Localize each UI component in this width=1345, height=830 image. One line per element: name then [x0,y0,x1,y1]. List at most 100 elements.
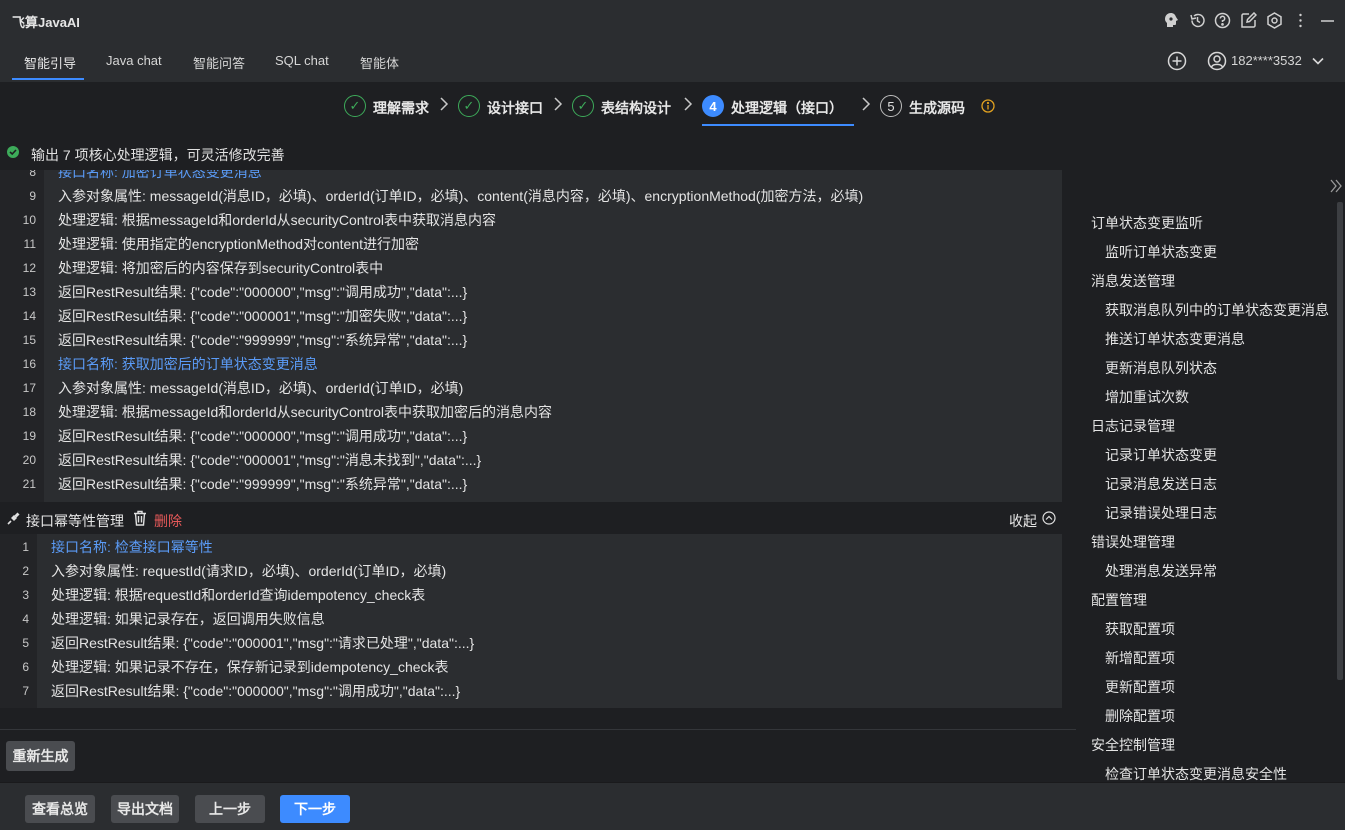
status-message: 输出 7 项核心处理逻辑，可灵活修改完善 [31,147,285,163]
regenerate-button[interactable]: 重新生成 [6,741,75,771]
outline-item[interactable]: 记录订单状态变更 [1105,445,1217,465]
code-text: 处理逻辑: 将加密后的内容保存到securityControl表中 [58,260,384,276]
line-number: 19 [22,429,36,443]
line-number: 8 [29,170,36,179]
code-block-logic-1[interactable]: 8 接口名称: 加密订单状态变更消息 9 入参对象属性: messageId(消息… [0,170,1062,502]
collapse-button[interactable]: 收起 [1009,511,1037,531]
step-3-check-icon: ✓ [572,95,594,117]
chevron-down-icon[interactable] [1311,54,1325,68]
line-number: 18 [22,405,36,419]
tab-smart-qa[interactable]: 智能问答 [193,53,245,72]
outline-item[interactable]: 删除配置项 [1105,706,1175,726]
code-line: 4 处理逻辑: 如果记录存在，返回调用失败信息 [0,607,1062,631]
next-step-button[interactable]: 下一步 [280,795,350,823]
line-number: 16 [22,357,36,371]
code-line: 1 接口名称: 检查接口幂等性 [0,535,1062,559]
tab-java-chat[interactable]: Java chat [106,53,162,68]
code-line: 8 接口名称: 加密订单状态变更消息 [0,170,1062,184]
tab-bar: 智能引导 Java chat 智能问答 SQL chat 智能体 182****… [0,40,1345,83]
outline-item[interactable]: 增加重试次数 [1105,387,1189,407]
code-line: 9 入参对象属性: messageId(消息ID，必填)、orderId(订单ID… [0,184,1062,208]
line-number: 15 [22,333,36,347]
edit-icon[interactable] [1239,11,1257,29]
user-avatar-icon[interactable] [1207,51,1227,71]
tab-agent[interactable]: 智能体 [360,53,399,72]
line-number: 7 [22,684,29,698]
outline-group[interactable]: 错误处理管理 [1091,532,1175,552]
outline-group[interactable]: 消息发送管理 [1091,271,1175,291]
outline-item[interactable]: 记录错误处理日志 [1105,503,1217,523]
code-line: 17 入参对象属性: messageId(消息ID，必填)、orderId(订单I… [0,376,1062,400]
settings-icon[interactable] [1265,11,1283,29]
code-line: 3 处理逻辑: 根据requestId和orderId查询idempotency_… [0,583,1062,607]
line-number: 1 [22,540,29,554]
outline-item[interactable]: 更新消息队列状态 [1105,358,1217,378]
code-text: 处理逻辑: 使用指定的encryptionMethod对content进行加密 [58,236,419,252]
outline-item[interactable]: 更新配置项 [1105,677,1175,697]
outline-group[interactable]: 日志记录管理 [1091,416,1175,436]
outline-item[interactable]: 处理消息发送异常 [1105,561,1217,581]
outline-item[interactable]: 新增配置项 [1105,648,1175,668]
outline-item[interactable]: 推送订单状态变更消息 [1105,329,1245,349]
bottom-action-bar: 查看总览 导出文档 上一步 下一步 [0,782,1345,830]
logic-block-title: 接口幂等性管理 [26,513,124,529]
help-icon[interactable] [1213,11,1231,29]
history-icon[interactable] [1188,11,1206,29]
active-step-indicator [702,124,854,126]
view-overview-button[interactable]: 查看总览 [25,795,95,823]
step-3-label[interactable]: 表结构设计 [601,98,671,118]
sidebar-scrollbar[interactable] [1337,202,1343,680]
outline-group[interactable]: 安全控制管理 [1091,735,1175,755]
code-text: 返回RestResult结果: {"code":"000001","msg":"… [58,308,468,324]
logic-block-header: 接口幂等性管理 删除 收起 [0,506,1062,532]
code-text: 处理逻辑: 如果记录存在，返回调用失败信息 [51,611,325,627]
info-icon[interactable] [981,99,995,113]
tab-smart-guide[interactable]: 智能引导 [24,53,76,72]
export-document-button[interactable]: 导出文档 [111,795,179,823]
success-check-icon [7,146,19,158]
tab-sql-chat[interactable]: SQL chat [275,53,329,68]
line-number: 14 [22,309,36,323]
step-2-label[interactable]: 设计接口 [487,98,543,118]
logic-outline-sidebar: 订单状态变更监听监听订单状态变更消息发送管理获取消息队列中的订单状态变更消息 推送… [1076,170,1345,782]
line-number: 4 [22,612,29,626]
code-text: 返回RestResult结果: {"code":"000000","msg":"… [58,428,468,444]
code-text: 入参对象属性: requestId(请求ID，必填)、orderId(订单ID，… [51,563,447,579]
progress-stepper: ✓ 理解需求 ✓ 设计接口 ✓ 表结构设计 4 处理逻辑（接口） 5 生成源码 [0,82,1345,134]
code-text: 返回RestResult结果: {"code":"000001","msg":"… [58,452,482,468]
active-tab-indicator [12,78,84,80]
outline-group[interactable]: 订单状态变更监听 [1091,213,1203,233]
code-block-logic-2[interactable]: 1 接口名称: 检查接口幂等性 2 入参对象属性: requestId(请求ID，必填… [0,534,1062,708]
outline-item[interactable]: 监听订单状态变更 [1105,242,1217,262]
code-line: 20 返回RestResult结果: {"code":"000001","msg"… [0,448,1062,472]
step-1-label[interactable]: 理解需求 [373,98,429,118]
add-icon[interactable] [1167,51,1187,71]
ai-brain-icon[interactable] [1162,11,1180,29]
outline-item[interactable]: 获取配置项 [1105,619,1175,639]
collapse-icon[interactable] [1042,511,1056,525]
plug-icon [6,510,22,526]
user-name[interactable]: 182****3532 [1231,53,1302,68]
code-text: 返回RestResult结果: {"code":"999999","msg":"… [58,476,468,492]
trash-icon[interactable] [132,510,148,526]
step-1-check-icon: ✓ [344,95,366,117]
minimize-icon[interactable] [1318,11,1336,29]
previous-step-button[interactable]: 上一步 [195,795,265,823]
code-line: 15 返回RestResult结果: {"code":"999999","msg"… [0,328,1062,352]
delete-button[interactable]: 删除 [154,511,182,531]
chevron-right-icon [439,96,449,117]
expand-panel-icon[interactable] [1329,177,1343,195]
step-5-label[interactable]: 生成源码 [909,98,965,118]
outline-item[interactable]: 检查订单状态变更消息安全性 [1105,764,1287,784]
line-number: 20 [22,453,36,467]
line-number: 6 [22,660,29,674]
outline-group[interactable]: 配置管理 [1091,590,1147,610]
code-text: 返回RestResult结果: {"code":"000000","msg":"… [51,683,461,699]
code-line: 12 处理逻辑: 将加密后的内容保存到securityControl表中 [0,256,1062,280]
step-4-label[interactable]: 处理逻辑（接口） [731,98,843,118]
code-text: 处理逻辑: 根据requestId和orderId查询idempotency_c… [51,587,426,603]
more-icon[interactable] [1291,11,1309,29]
step-4-number: 4 [702,95,724,117]
outline-item[interactable]: 获取消息队列中的订单状态变更消息 [1105,300,1329,320]
outline-item[interactable]: 记录消息发送日志 [1105,474,1217,494]
